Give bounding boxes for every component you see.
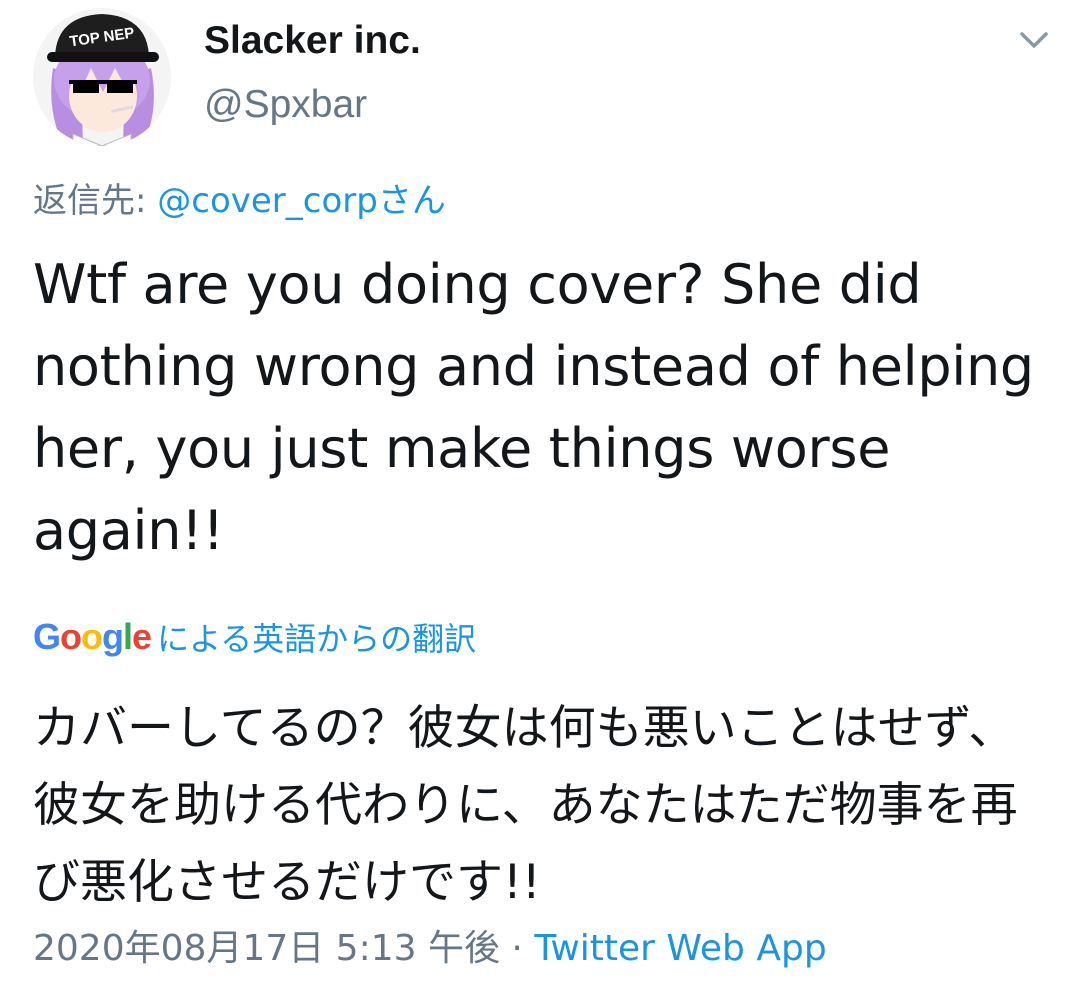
timestamp[interactable]: 2020年08月17日 5:13 午後 [33,928,500,969]
reply-context: 返信先: @cover_corpさん [33,176,446,226]
chevron-down-icon [1020,32,1048,48]
reply-prefix: 返信先: [33,181,158,221]
more-options-button[interactable] [1012,20,1056,60]
meta-separator: · [499,928,535,969]
avatar[interactable] [33,8,171,146]
user-handle[interactable]: @Spxbar [204,78,367,132]
translation-label: による英語からの翻訳 [157,620,477,658]
display-name[interactable]: Slacker inc. [204,14,421,68]
google-logo: Google [33,616,152,657]
avatar-image [33,8,171,146]
translated-text: カバーしてるの？彼女は何も悪いことはせず、彼女を助ける代わりに、あなたはただ物事… [33,701,1018,910]
tweet-text: Wtf are you doing cover? She did nothing… [33,253,1034,562]
tweet-meta: 2020年08月17日 5:13 午後 · Twitter Web App [33,922,827,976]
translation-attribution[interactable]: Google による英語からの翻訳 [33,612,476,662]
tweet-card: TOP NEP Slacker inc. @Spxbar 返信先: @cover… [0,0,1075,985]
source-link[interactable]: Twitter Web App [534,928,826,969]
reply-mention-link[interactable]: @cover_corpさん [157,181,446,221]
